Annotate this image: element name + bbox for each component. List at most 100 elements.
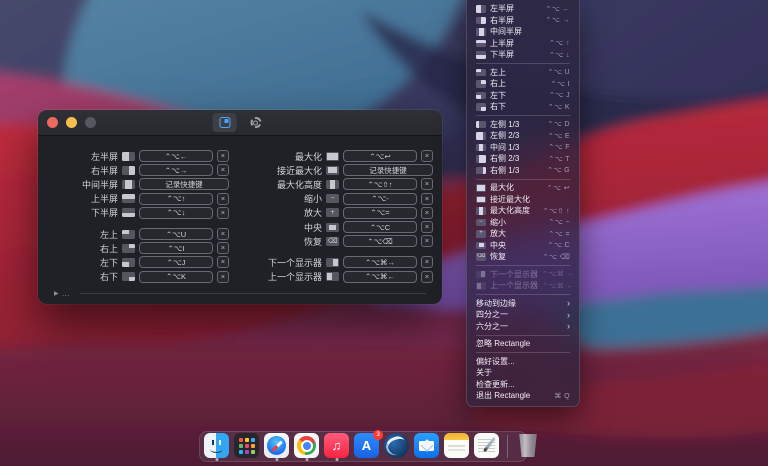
clear-shortcut-button[interactable]: × (421, 271, 433, 283)
menu-separator (476, 179, 570, 180)
minimize-button[interactable] (66, 117, 77, 128)
wave-app-icon (384, 433, 409, 458)
right-half-icon (476, 17, 486, 25)
clear-shortcut-button[interactable]: × (217, 150, 229, 162)
clear-shortcut-button[interactable]: × (217, 228, 229, 240)
menu-item-preferences[interactable]: 偏好设置... (467, 356, 579, 368)
menu-item-center-half[interactable]: 中间半屏 (467, 26, 579, 38)
menu-item-label: 六分之一 (476, 321, 508, 332)
clear-shortcut-button[interactable]: × (421, 178, 433, 190)
shortcut-field-maximize-height[interactable]: ⌃⌥⇧↑ (343, 178, 417, 190)
dock-item-safari[interactable] (264, 433, 289, 460)
menu-item-right-two-thirds[interactable]: 右侧 2/3⌃⌥ T (467, 153, 579, 165)
menu-item-top-right[interactable]: 右上⌃⌥ I (467, 78, 579, 90)
menu-item-maximize[interactable]: 最大化⌃⌥ ↩ (467, 182, 579, 194)
menu-item-bottom-left[interactable]: 左下⌃⌥ J (467, 90, 579, 102)
clear-shortcut-button[interactable]: × (217, 193, 229, 205)
clear-shortcut-button[interactable]: × (421, 193, 433, 205)
clear-shortcut-button[interactable]: × (217, 256, 229, 268)
left-half-icon (476, 5, 486, 13)
shortcut-row-center: 中央⌃⌥C× (244, 220, 433, 234)
menu-separator (476, 352, 570, 353)
record-shortcut-button-center-half[interactable]: 记录快捷键 (139, 178, 229, 190)
menu-item-ignore-rectangle[interactable]: 忽略 Rectangle (467, 338, 579, 350)
clear-shortcut-button[interactable]: × (217, 242, 229, 254)
shortcut-field-bottom-right[interactable]: ⌃⌥K (139, 271, 213, 283)
shortcut-field-restore[interactable]: ⌃⌥⌫ (343, 235, 417, 247)
shortcuts-tab-icon (219, 117, 230, 128)
shortcut-label: 上半屏 (54, 192, 118, 205)
shortcut-field-top-half[interactable]: ⌃⌥↑ (139, 193, 213, 205)
menu-item-about[interactable]: 关于 (467, 367, 579, 379)
clear-shortcut-button[interactable]: × (421, 207, 433, 219)
menu-item-restore[interactable]: ⌫恢复⌃⌥ ⌫ (467, 251, 579, 263)
menu-item-smaller[interactable]: −缩小⌃⌥ − (467, 217, 579, 229)
shortcut-field-bottom-left[interactable]: ⌃⌥J (139, 256, 213, 268)
shortcut-label: 下半屏 (54, 206, 118, 219)
dock-item-wave-app[interactable] (384, 433, 409, 460)
menu-item-center-third[interactable]: 中间 1/3⌃⌥ F (467, 142, 579, 154)
menu-item-right-third[interactable]: 右侧 1/3⌃⌥ G (467, 165, 579, 177)
menu-item-top-left[interactable]: 左上⌃⌥ U (467, 67, 579, 79)
shortcut-field-top-left[interactable]: ⌃⌥U (139, 228, 213, 240)
clear-shortcut-button[interactable]: × (421, 256, 433, 268)
tab-shortcuts[interactable] (213, 113, 237, 132)
launchpad-icon (234, 433, 259, 458)
shortcut-label: 最大化 (244, 150, 322, 163)
menu-item-label: 左侧 1/3 (490, 119, 519, 130)
clear-shortcut-button[interactable]: × (421, 150, 433, 162)
menu-item-right-half[interactable]: 右半屏⌃⌥ → (467, 15, 579, 27)
menu-item-shortcut: ⌃⌥ ↩ (547, 184, 570, 192)
dock-item-finder[interactable] (204, 433, 229, 460)
shortcut-field-smaller[interactable]: ⌃⌥- (343, 193, 417, 205)
menu-item-left-half[interactable]: 左半屏⌃⌥ ← (467, 3, 579, 15)
dock-item-trash[interactable] (516, 433, 541, 460)
textedit-icon (474, 433, 499, 458)
menu-item-bottom-right[interactable]: 右下⌃⌥ K (467, 101, 579, 113)
shortcut-field-maximize[interactable]: ⌃⌥↩ (343, 150, 417, 162)
shortcut-row-left-half: 左半屏⌃⌥←× (54, 149, 240, 163)
menu-item-check-updates[interactable]: 检查更新... (467, 379, 579, 391)
menu-item-maximize-height[interactable]: 最大化高度⌃⌥⇧ ↑ (467, 205, 579, 217)
menu-item-sixths[interactable]: 六分之一› (467, 321, 579, 333)
menu-item-larger[interactable]: +放大⌃⌥ = (467, 228, 579, 240)
shortcut-field-next-display[interactable]: ⌃⌥⌘→ (343, 256, 417, 268)
menu-item-quit-rectangle[interactable]: 退出 Rectangle⌘ Q (467, 390, 579, 402)
dock-item-mail[interactable] (414, 433, 439, 460)
menu-item-left-two-thirds[interactable]: 左侧 2/3⌃⌥ E (467, 130, 579, 142)
dock-item-textedit[interactable] (474, 433, 499, 460)
record-shortcut-button-almost-maximize[interactable]: 记录快捷键 (343, 164, 433, 176)
menu-item-center[interactable]: 中央⌃⌥ C (467, 240, 579, 252)
menu-item-bottom-half[interactable]: 下半屏⌃⌥ ↓ (467, 49, 579, 61)
shortcut-field-larger[interactable]: ⌃⌥= (343, 207, 417, 219)
shortcut-field-left-half[interactable]: ⌃⌥← (139, 150, 213, 162)
menu-item-left-third[interactable]: 左侧 1/3⌃⌥ D (467, 119, 579, 131)
bottom-right-icon (476, 103, 486, 111)
shortcut-field-top-right[interactable]: ⌃⌥I (139, 242, 213, 254)
clear-shortcut-button[interactable]: × (421, 235, 433, 247)
disclosure-triangle-icon[interactable]: ▶ (54, 290, 59, 297)
shortcut-field-bottom-half[interactable]: ⌃⌥↓ (139, 207, 213, 219)
clear-shortcut-button[interactable]: × (217, 207, 229, 219)
shortcut-field-right-half[interactable]: ⌃⌥→ (139, 164, 213, 176)
close-button[interactable] (47, 117, 58, 128)
dock-item-chrome[interactable] (294, 433, 319, 460)
menu-item-almost-maximize[interactable]: 接近最大化 (467, 194, 579, 206)
clear-shortcut-button[interactable]: × (217, 271, 229, 283)
footer-divider (80, 293, 426, 294)
tab-settings[interactable] (244, 113, 268, 132)
dock-item-launchpad[interactable] (234, 433, 259, 460)
window-titlebar[interactable] (38, 110, 442, 136)
menu-item-label: 右半屏 (490, 15, 514, 26)
dock-item-music[interactable] (324, 433, 349, 460)
dock-item-notes[interactable] (444, 433, 469, 460)
menu-item-quarters[interactable]: 四分之一› (467, 309, 579, 321)
clear-shortcut-button[interactable]: × (421, 221, 433, 233)
menu-item-move-to-edge[interactable]: 移动到边缘› (467, 298, 579, 310)
clear-shortcut-button[interactable]: × (217, 164, 229, 176)
shortcut-field-center[interactable]: ⌃⌥C (343, 221, 417, 233)
menu-item-label: 中央 (490, 240, 506, 251)
dock-item-app-store[interactable]: 3 (354, 433, 379, 460)
menu-item-top-half[interactable]: 上半屏⌃⌥ ↑ (467, 38, 579, 50)
shortcut-field-previous-display[interactable]: ⌃⌥⌘← (343, 271, 417, 283)
